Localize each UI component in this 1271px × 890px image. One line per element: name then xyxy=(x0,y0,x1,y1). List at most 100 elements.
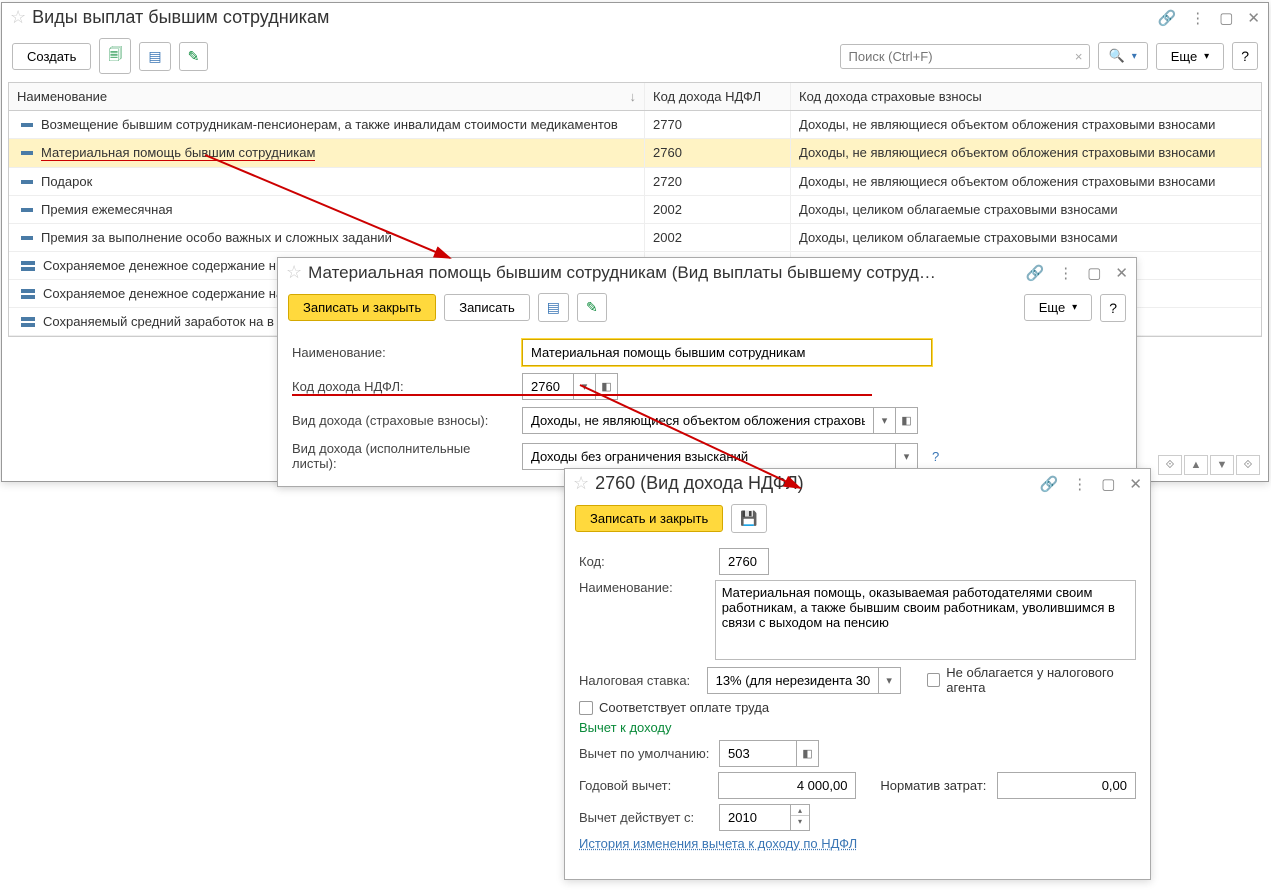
table-row[interactable]: Возмещение бывшим сотрудникам-пенсионера… xyxy=(9,111,1261,139)
row-type-icon xyxy=(21,123,33,127)
history-link[interactable]: История изменения вычета к доходу по НДФ… xyxy=(579,836,857,851)
row-ndfl: 2760 xyxy=(645,139,791,167)
valid-from-picker[interactable]: ▴▾ xyxy=(719,804,810,831)
main-toolbar: Создать 🗐 ▤ ✎ × 🔍▾ Еще▾ ? xyxy=(2,32,1268,80)
open-icon[interactable]: ◧ xyxy=(896,407,918,434)
row-ndfl: 2720 xyxy=(645,168,791,195)
spin-up-icon[interactable]: ▴ xyxy=(791,805,809,816)
dialog2-fields: Код: Наименование: Материальная помощь, … xyxy=(565,539,1150,860)
row-ndfl: 2002 xyxy=(645,224,791,251)
page-title: Виды выплат бывшим сотрудникам xyxy=(32,7,1151,28)
search-input[interactable]: × xyxy=(840,44,1090,69)
maximize-icon[interactable]: ▢ xyxy=(1219,9,1233,27)
row-type-icon xyxy=(21,289,35,299)
scroll-bottom-icon[interactable]: ⟐ xyxy=(1236,455,1260,475)
row-type-icon xyxy=(21,317,35,327)
copy-button[interactable]: 🗐 xyxy=(99,38,131,74)
save-close-button[interactable]: Записать и закрыть xyxy=(575,505,723,532)
dialog-title: Материальная помощь бывшим сотрудникам (… xyxy=(308,263,1019,283)
list-button[interactable]: ▤ xyxy=(139,42,170,71)
main-title-bar: ☆ Виды выплат бывшим сотрудникам 🔗 ⋮ ▢ ✕ xyxy=(2,3,1268,32)
clear-search-icon[interactable]: × xyxy=(1075,49,1083,64)
star-icon[interactable]: ☆ xyxy=(10,7,26,28)
table-row[interactable]: Премия ежемесячная 2002 Доходы, целиком … xyxy=(9,196,1261,224)
maximize-icon[interactable]: ▢ xyxy=(1101,475,1115,493)
dialog-toolbar: Записать и закрыть Записать ▤ ✎ Еще▾ ? xyxy=(278,287,1136,328)
more-menu-icon[interactable]: ⋮ xyxy=(1058,264,1073,282)
row-name: Сохраняемое денежное содержание на xyxy=(43,286,283,301)
star-icon[interactable]: ☆ xyxy=(573,473,589,494)
link-icon[interactable]: 🔗 xyxy=(1026,264,1045,282)
save-icon-button[interactable]: 💾 xyxy=(731,504,766,533)
row-ins: Доходы, не являющиеся объектом обложения… xyxy=(791,139,1261,167)
label-rate: Налоговая ставка: xyxy=(579,673,699,688)
norm-field[interactable] xyxy=(997,772,1136,799)
dialog-title-bar: ☆ Материальная помощь бывшим сотрудникам… xyxy=(278,258,1136,287)
close-icon[interactable]: ✕ xyxy=(1115,264,1128,282)
dialog-fields: Наименование: Код дохода НДФЛ: ▾ ◧ Вид д… xyxy=(278,328,1136,482)
dialog2-title-bar: ☆ 2760 (Вид дохода НДФЛ) 🔗 ⋮ ▢ ✕ xyxy=(565,469,1150,498)
close-icon[interactable]: ✕ xyxy=(1247,9,1260,27)
row-type-icon xyxy=(21,151,33,155)
not-taxed-checkbox[interactable]: Не облагается у налогового агента xyxy=(927,665,1136,695)
deduct-default-picker[interactable]: ◧ xyxy=(719,740,819,767)
row-type-icon xyxy=(21,261,35,271)
table-row[interactable]: Материальная помощь бывшим сотрудникам 2… xyxy=(9,139,1261,168)
close-icon[interactable]: ✕ xyxy=(1129,475,1142,493)
more-button[interactable]: Еще▾ xyxy=(1024,294,1092,321)
list-button[interactable]: ▤ xyxy=(538,293,569,322)
col-name[interactable]: Наименование↓ xyxy=(9,83,645,110)
more-button[interactable]: Еще▾ xyxy=(1156,43,1224,70)
name-field[interactable] xyxy=(522,339,932,366)
row-ins: Доходы, не являющиеся объектом обложения… xyxy=(791,168,1261,195)
row-name: Премия за выполнение особо важных и слож… xyxy=(41,230,392,245)
dropdown-icon[interactable]: ▾ xyxy=(874,407,896,434)
exec-picker[interactable]: ▾ xyxy=(522,443,918,470)
star-icon[interactable]: ☆ xyxy=(286,262,302,283)
col-ndfl[interactable]: Код дохода НДФЛ xyxy=(645,83,791,110)
open-icon[interactable]: ◧ xyxy=(797,740,819,767)
help-icon[interactable]: ? xyxy=(932,449,939,464)
row-ndfl: 2770 xyxy=(645,111,791,138)
row-type-icon xyxy=(21,180,33,184)
help-button[interactable]: ? xyxy=(1100,294,1126,322)
row-ndfl: 2002 xyxy=(645,196,791,223)
create-button[interactable]: Создать xyxy=(12,43,91,70)
row-name: Подарок xyxy=(41,174,92,189)
scroll-up-icon[interactable]: ▲ xyxy=(1184,455,1208,475)
label-name: Наименование: xyxy=(292,345,514,360)
corresp-checkbox[interactable]: Соответствует оплате труда xyxy=(579,700,769,715)
more-menu-icon[interactable]: ⋮ xyxy=(1190,9,1205,27)
ins-picker[interactable]: ▾ ◧ xyxy=(522,407,918,434)
edit-button[interactable]: ✎ xyxy=(577,293,607,322)
scroll-top-icon[interactable]: ⟐ xyxy=(1158,455,1182,475)
maximize-icon[interactable]: ▢ xyxy=(1087,264,1101,282)
link-icon[interactable]: 🔗 xyxy=(1158,9,1177,27)
save-button[interactable]: Записать xyxy=(444,294,530,321)
table-row[interactable]: Премия за выполнение особо важных и слож… xyxy=(9,224,1261,252)
more-menu-icon[interactable]: ⋮ xyxy=(1072,475,1087,493)
dropdown-icon[interactable]: ▾ xyxy=(896,443,918,470)
search-button[interactable]: 🔍▾ xyxy=(1098,42,1148,70)
name-textarea[interactable]: Материальная помощь, оказываемая работод… xyxy=(715,580,1136,660)
table-header: Наименование↓ Код дохода НДФЛ Код дохода… xyxy=(9,83,1261,111)
rate-picker[interactable]: ▾ xyxy=(707,667,901,694)
dropdown-icon[interactable]: ▾ xyxy=(879,667,901,694)
row-name: Материальная помощь бывшим сотрудникам xyxy=(41,145,315,161)
help-button[interactable]: ? xyxy=(1232,42,1258,70)
scroll-down-icon[interactable]: ▼ xyxy=(1210,455,1234,475)
spin-down-icon[interactable]: ▾ xyxy=(791,816,809,827)
sort-icon: ↓ xyxy=(630,89,637,104)
row-name: Сохраняемый средний заработок на в xyxy=(43,314,274,329)
deduction-header: Вычет к доходу xyxy=(579,720,672,735)
table-row[interactable]: Подарок 2720 Доходы, не являющиеся объек… xyxy=(9,168,1261,196)
link-icon[interactable]: 🔗 xyxy=(1040,475,1059,493)
year-deduct-field[interactable] xyxy=(718,772,857,799)
edit-button[interactable]: ✎ xyxy=(179,42,209,71)
row-name: Сохраняемое денежное содержание н xyxy=(43,258,276,273)
col-ins[interactable]: Код дохода страховые взносы xyxy=(791,83,1261,110)
code-field[interactable] xyxy=(719,548,769,575)
save-close-button[interactable]: Записать и закрыть xyxy=(288,294,436,321)
row-ins: Доходы, целиком облагаемые страховыми вз… xyxy=(791,196,1261,223)
search-field[interactable] xyxy=(847,48,1075,65)
